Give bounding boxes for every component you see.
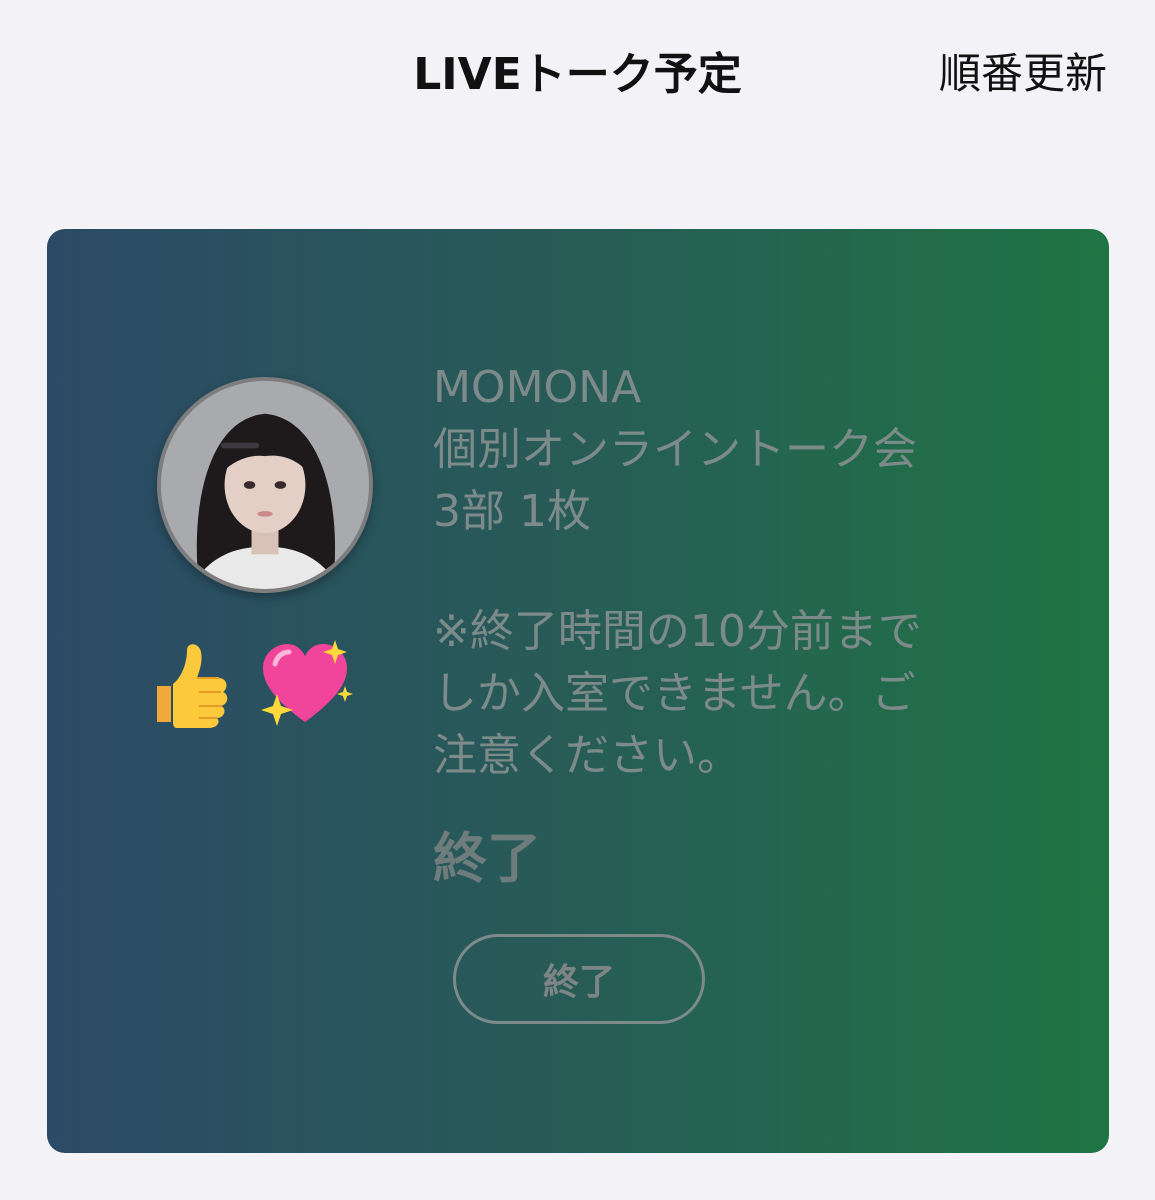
event-name: 個別オンライントーク会 [433, 424, 917, 475]
top-bar: LIVEトーク予定 順番更新 [0, 0, 1155, 140]
status-label: 終了 [433, 827, 541, 890]
live-talk-card: MOMONA 個別オンライントーク会 3部 1枚 ※終了時間の10分前まで しか… [47, 229, 1109, 1153]
notice-line: ※終了時間の10分前まで [433, 606, 922, 657]
talk-info: MOMONA 個別オンライントーク会 3部 1枚 ※終了時間の10分前まで しか… [433, 357, 1073, 787]
ticket-info: 3部 1枚 [433, 486, 591, 537]
avatar [157, 377, 373, 593]
end-button[interactable]: 終了 [453, 934, 705, 1024]
reaction-row [137, 634, 355, 734]
notice-line: 注意ください。 [433, 730, 741, 781]
member-name: MOMONA [433, 362, 642, 413]
notice-line: しか入室できません。ご [433, 668, 916, 719]
reorder-button[interactable]: 順番更新 [939, 40, 1107, 101]
thumbs-up-icon [137, 634, 237, 734]
entry-notice: ※終了時間の10分前まで しか入室できません。ご 注意ください。 [433, 601, 1073, 787]
sparkling-heart-icon [255, 634, 355, 734]
profile-photo-icon [161, 381, 369, 589]
